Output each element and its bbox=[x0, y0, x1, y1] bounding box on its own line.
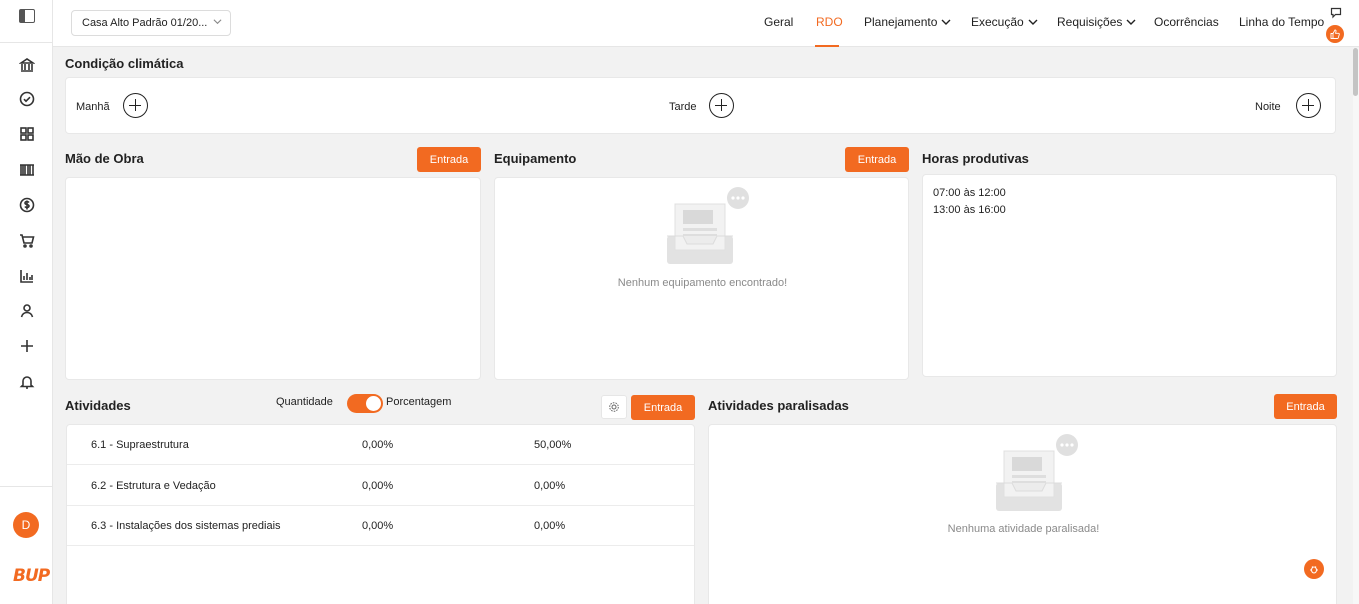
page-scrollbar[interactable] bbox=[1353, 48, 1359, 604]
paused-card: Nenhuma atividade paralisada! bbox=[708, 424, 1337, 604]
bug-report-icon[interactable] bbox=[1304, 559, 1324, 579]
sidebar-divider bbox=[0, 486, 53, 487]
tab-linha-do-tempo-label: Linha do Tempo bbox=[1239, 15, 1325, 29]
activity-name: 6.2 - Estrutura e Vedação bbox=[91, 480, 216, 492]
dollar-circle-icon[interactable] bbox=[17, 195, 37, 215]
chevron-down-icon bbox=[1126, 19, 1136, 25]
hours-item: 13:00 às 16:00 bbox=[933, 204, 1006, 216]
settings-button[interactable] bbox=[601, 395, 627, 419]
empty-inbox-icon bbox=[667, 187, 749, 264]
bank-icon[interactable] bbox=[17, 55, 37, 75]
hours-list: 07:00 às 12:00 13:00 às 16:00 bbox=[933, 185, 1006, 219]
bell-icon[interactable] bbox=[17, 372, 37, 392]
activity-value-2: 0,00% bbox=[534, 480, 566, 492]
tab-requisicoes-label: Requisições bbox=[1057, 15, 1123, 29]
activity-value-2: 0,00% bbox=[534, 520, 566, 532]
labor-entry-button[interactable]: Entrada bbox=[417, 147, 481, 172]
chevron-down-icon bbox=[213, 19, 222, 25]
tab-rdo-label: RDO bbox=[816, 15, 843, 29]
toggle-quantity-label: Quantidade bbox=[276, 396, 333, 408]
grid-icon[interactable] bbox=[17, 124, 37, 144]
plus-icon[interactable] bbox=[17, 336, 37, 356]
paused-empty-message: Nenhuma atividade paralisada! bbox=[947, 523, 1100, 535]
hours-card: 07:00 às 12:00 13:00 às 16:00 bbox=[922, 174, 1337, 377]
equipment-entry-button[interactable]: Entrada bbox=[845, 147, 909, 172]
activities-title: Atividades bbox=[65, 398, 131, 413]
hours-title: Horas produtivas bbox=[922, 151, 1029, 166]
project-select[interactable]: Casa Alto Padrão 01/20... bbox=[71, 10, 231, 36]
activities-entry-button[interactable]: Entrada bbox=[631, 395, 695, 420]
thumbs-up-icon[interactable] bbox=[1326, 25, 1344, 43]
labor-title: Mão de Obra bbox=[65, 151, 144, 166]
labor-card bbox=[65, 177, 481, 380]
barcode-icon[interactable] bbox=[17, 160, 37, 180]
bar-chart-icon[interactable] bbox=[17, 266, 37, 286]
tab-geral[interactable]: Geral bbox=[764, 15, 793, 29]
weather-title: Condição climática bbox=[65, 56, 184, 71]
tab-execucao[interactable]: Execução bbox=[971, 15, 1038, 29]
equipment-title: Equipamento bbox=[494, 151, 577, 166]
tab-rdo[interactable]: RDO bbox=[816, 15, 843, 29]
scrollbar-thumb[interactable] bbox=[1353, 48, 1358, 96]
sidebar: D BUP bbox=[0, 0, 53, 604]
sidebar-divider bbox=[0, 42, 53, 43]
tab-geral-label: Geral bbox=[764, 15, 794, 29]
tab-linha-do-tempo[interactable]: Linha do Tempo bbox=[1239, 15, 1324, 29]
quantity-percentage-toggle[interactable] bbox=[347, 394, 383, 413]
table-row[interactable]: 6.2 - Estrutura e Vedação 0,00% 0,00% bbox=[67, 466, 694, 506]
chat-icon[interactable] bbox=[1330, 7, 1342, 19]
activity-value-2: 50,00% bbox=[534, 439, 572, 451]
project-select-value: Casa Alto Padrão 01/20... bbox=[82, 17, 208, 29]
avatar[interactable]: D bbox=[13, 512, 39, 538]
weather-night-label: Noite bbox=[1255, 101, 1281, 113]
equipment-card: Nenhum equipamento encontrado! bbox=[494, 177, 909, 380]
activity-name: 6.1 - Supraestrutura bbox=[91, 439, 189, 451]
add-night-plus-icon[interactable] bbox=[1296, 93, 1321, 118]
activity-value-1: 0,00% bbox=[362, 520, 394, 532]
cart-icon[interactable] bbox=[17, 231, 37, 251]
activity-name: 6.3 - Instalações dos sistemas prediais bbox=[91, 520, 281, 532]
equipment-empty-message: Nenhum equipamento encontrado! bbox=[617, 277, 788, 289]
check-circle-icon[interactable] bbox=[17, 89, 37, 109]
tab-ocorrencias-label: Ocorrências bbox=[1154, 15, 1219, 29]
paused-title: Atividades paralisadas bbox=[708, 398, 849, 413]
chevron-down-icon bbox=[941, 19, 951, 25]
add-morning-plus-icon[interactable] bbox=[123, 93, 148, 118]
table-row[interactable]: 6.1 - Supraestrutura 0,00% 50,00% bbox=[67, 425, 694, 465]
weather-card: Manhã Tarde Noite bbox=[65, 77, 1336, 134]
topbar: Casa Alto Padrão 01/20... Geral RDO Plan… bbox=[53, 0, 1359, 47]
hours-item: 07:00 às 12:00 bbox=[933, 187, 1006, 199]
table-row[interactable]: 6.3 - Instalações dos sistemas prediais … bbox=[67, 506, 694, 546]
tab-requisicoes[interactable]: Requisições bbox=[1057, 15, 1136, 29]
chevron-down-icon bbox=[1028, 19, 1038, 25]
add-afternoon-plus-icon[interactable] bbox=[709, 93, 734, 118]
brand-logo: BUP bbox=[13, 566, 50, 586]
activity-value-1: 0,00% bbox=[362, 439, 394, 451]
weather-morning-label: Manhã bbox=[76, 101, 110, 113]
tab-planejamento-label: Planejamento bbox=[864, 15, 938, 29]
sidebar-toggle-icon[interactable] bbox=[19, 9, 35, 23]
weather-afternoon-label: Tarde bbox=[669, 101, 697, 113]
gear-icon bbox=[609, 402, 619, 412]
empty-inbox-icon bbox=[996, 434, 1078, 511]
user-icon[interactable] bbox=[17, 301, 37, 321]
activity-value-1: 0,00% bbox=[362, 480, 394, 492]
paused-entry-button[interactable]: Entrada bbox=[1274, 394, 1337, 419]
toggle-percentage-label: Porcentagem bbox=[386, 396, 452, 408]
tab-ocorrencias[interactable]: Ocorrências bbox=[1154, 15, 1219, 29]
active-tab-indicator bbox=[815, 45, 839, 47]
tab-planejamento[interactable]: Planejamento bbox=[864, 15, 951, 29]
tab-execucao-label: Execução bbox=[971, 15, 1024, 29]
